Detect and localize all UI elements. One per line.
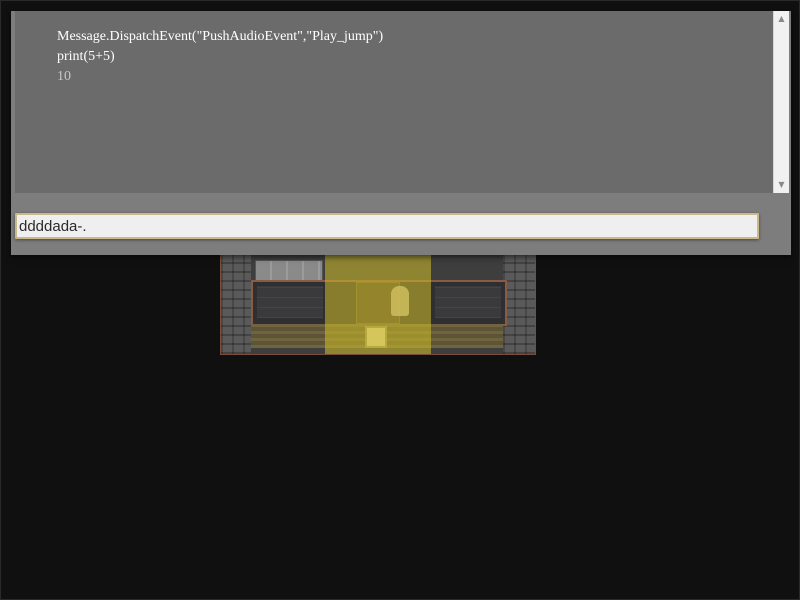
console-scrollbar[interactable]: ▲ ▼ [773, 11, 789, 193]
grey-stone-block [255, 260, 323, 281]
console-line: print(5+5) [57, 49, 115, 64]
game-viewport[interactable]: Message.DispatchEvent("PushAudioEvent","… [0, 0, 800, 600]
dark-floor-panel-left [257, 286, 323, 318]
dark-floor-panel-right [435, 286, 501, 318]
console-line: Message.DispatchEvent("PushAudioEvent","… [57, 29, 384, 44]
console-output: Message.DispatchEvent("PushAudioEvent","… [15, 11, 773, 193]
stone-wall-right [503, 252, 535, 354]
debug-console: Message.DispatchEvent("PushAudioEvent","… [11, 11, 791, 255]
stone-wall-left [221, 252, 251, 354]
console-command-input[interactable] [15, 213, 759, 239]
console-result-line: 10 [57, 69, 71, 84]
game-map[interactable] [220, 251, 536, 355]
console-log-list: Message.DispatchEvent("PushAudioEvent","… [57, 27, 383, 87]
scroll-down-arrow-icon[interactable]: ▼ [774, 178, 789, 192]
selection-highlight [325, 252, 431, 354]
scroll-up-arrow-icon[interactable]: ▲ [774, 12, 789, 26]
